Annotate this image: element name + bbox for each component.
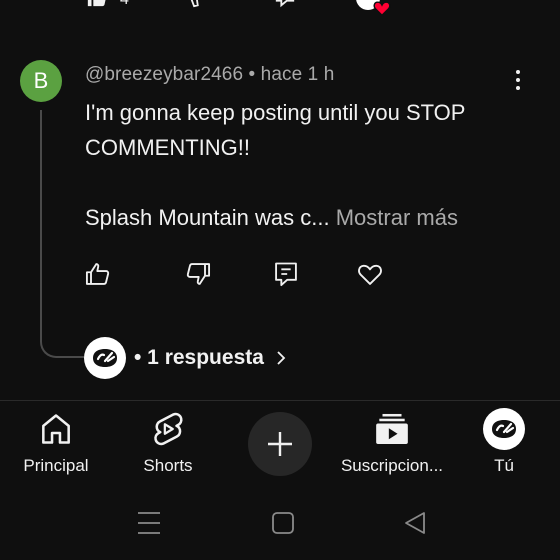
comment-body: I'm gonna keep posting until you STOP CO… (85, 95, 525, 235)
like-count: 4 (120, 0, 129, 9)
like-icon[interactable] (86, 0, 108, 8)
comment-time: hace 1 h (260, 64, 335, 85)
shorts-icon (154, 412, 183, 446)
comment-line: COMMENTING!! (85, 135, 250, 160)
more-options-icon[interactable] (507, 70, 529, 96)
replies-count: • 1 respuesta (134, 346, 264, 369)
home-icon (42, 414, 70, 444)
nav-you-label: Tú (494, 456, 514, 475)
comment-line: Splash Mountain was c... (85, 205, 330, 230)
heart-icon (373, 1, 391, 16)
chevron-right-icon (277, 351, 286, 365)
plus-icon (268, 432, 292, 456)
nav-home[interactable]: Principal (0, 408, 112, 476)
heart-icon[interactable] (356, 260, 384, 288)
nav-you[interactable]: Tú (448, 408, 560, 476)
comment-line: I'm gonna keep posting until you STOP (85, 100, 466, 125)
reply-icon[interactable] (274, 0, 296, 8)
nav-shorts-label: Shorts (143, 456, 193, 475)
subscriptions-icon (376, 413, 408, 445)
meta-separator: • (248, 64, 256, 85)
reply-icon[interactable] (272, 260, 300, 288)
comment-line-last: Splash Mountain was c... Mostrar más (85, 200, 525, 235)
comment-author[interactable]: @breezeybar2466 (85, 64, 243, 85)
channel-logo-icon (492, 420, 516, 438)
nav-divider (0, 400, 560, 401)
nav-home-label: Principal (23, 456, 89, 475)
dislike-icon[interactable] (184, 260, 212, 288)
replies-toggle[interactable]: • 1 respuesta (84, 337, 288, 379)
create-button[interactable] (248, 412, 312, 476)
profile-avatar (483, 408, 525, 450)
comment-meta: @breezeybar2466 • hace 1 h (85, 64, 334, 86)
like-icon[interactable] (84, 260, 112, 288)
back-triangle-icon[interactable] (402, 505, 428, 541)
menu-icon[interactable] (136, 505, 162, 541)
nav-shorts[interactable]: Shorts (112, 408, 224, 476)
square-icon[interactable] (270, 505, 296, 541)
thread-line (40, 110, 84, 358)
nav-subscriptions-label: Suscripcion... (340, 456, 444, 475)
nav-subscriptions[interactable]: Suscripcion... (336, 408, 448, 476)
reply-avatar (84, 337, 126, 379)
channel-logo-icon (93, 349, 117, 367)
show-more-link[interactable]: Mostrar más (336, 205, 458, 230)
commenter-avatar[interactable]: B (20, 60, 62, 102)
dislike-icon[interactable] (184, 0, 206, 8)
comment-line (85, 165, 525, 200)
